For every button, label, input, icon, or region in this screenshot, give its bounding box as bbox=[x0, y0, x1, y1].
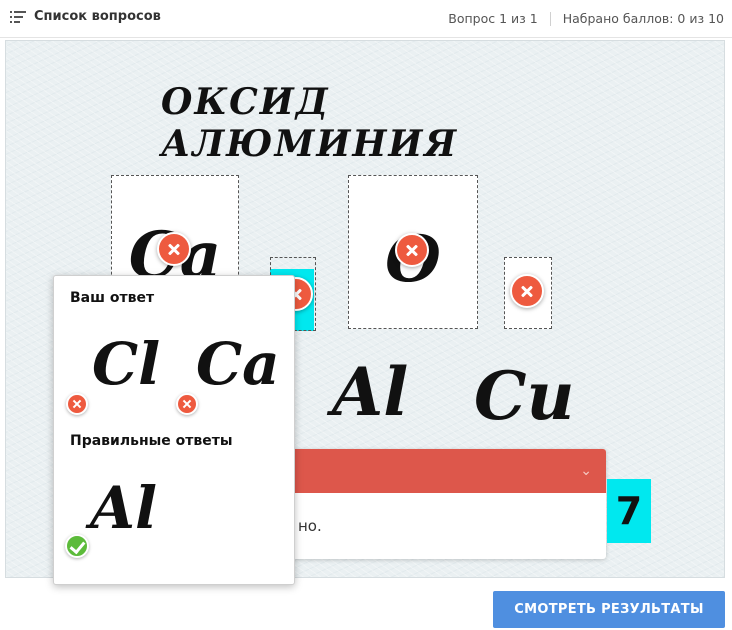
view-results-button[interactable]: СМОТРЕТЬ РЕЗУЛЬТАТЫ bbox=[493, 591, 725, 628]
list-icon bbox=[10, 10, 26, 23]
incorrect-icon bbox=[66, 393, 88, 415]
incorrect-icon bbox=[510, 274, 544, 308]
question-counter: Вопрос 1 из 1 bbox=[448, 11, 538, 26]
your-answer-heading: Ваш ответ bbox=[70, 290, 155, 306]
incorrect-icon bbox=[395, 233, 429, 267]
slide-title: ОКСИД АЛЮМИНИЯ bbox=[161, 81, 459, 165]
correct-answer-1: Al bbox=[90, 474, 158, 542]
score-text: Набрано баллов: 0 из 10 bbox=[562, 11, 724, 26]
incorrect-icon bbox=[176, 393, 198, 415]
your-answer-1: Cl bbox=[92, 330, 161, 398]
answer-option-cu[interactable]: Cu bbox=[474, 357, 575, 435]
your-answer-2: Ca bbox=[196, 330, 280, 398]
top-bar: Список вопросов Вопрос 1 из 1 Набрано ба… bbox=[0, 0, 732, 38]
incorrect-icon bbox=[157, 232, 191, 266]
progress-counters: Вопрос 1 из 1 Набрано баллов: 0 из 10 bbox=[448, 11, 724, 26]
number-badge: 7 bbox=[607, 479, 651, 543]
question-list-button[interactable]: Список вопросов bbox=[10, 9, 161, 24]
check-icon bbox=[65, 534, 89, 558]
quiz-screen: Список вопросов Вопрос 1 из 1 Набрано ба… bbox=[0, 0, 732, 630]
question-list-label: Список вопросов bbox=[34, 9, 161, 24]
correct-answers-heading: Правильные ответы bbox=[70, 433, 233, 449]
answer-option-al[interactable]: Al bbox=[332, 353, 408, 431]
chevron-down-icon[interactable]: ⌄ bbox=[580, 463, 592, 479]
answer-review-popup: Ваш ответ Cl Ca Правильные ответы Al bbox=[53, 275, 295, 585]
divider bbox=[549, 11, 551, 26]
